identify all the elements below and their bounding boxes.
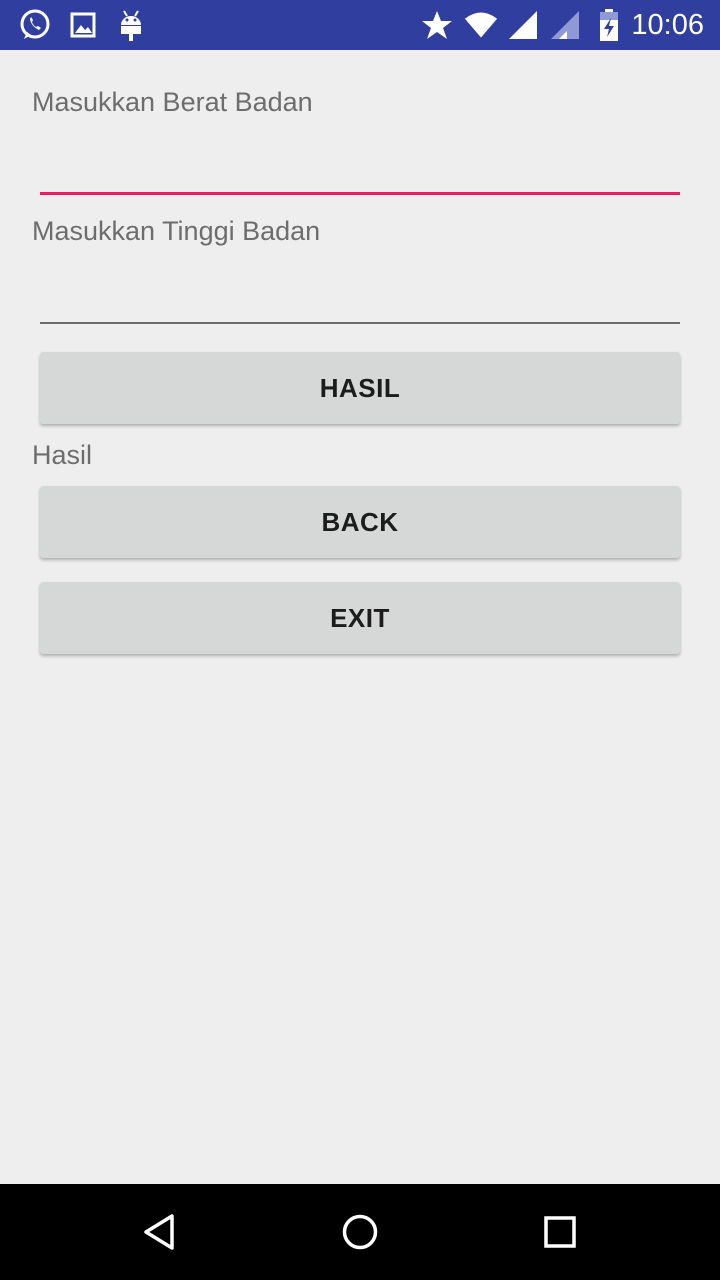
wifi-icon (464, 8, 498, 42)
height-input[interactable] (40, 275, 680, 321)
signal-icon (506, 8, 540, 42)
back-button[interactable]: BACK (40, 486, 680, 558)
home-icon[interactable] (336, 1208, 384, 1256)
image-icon (66, 8, 100, 42)
whatsapp-icon (18, 8, 52, 42)
exit-button[interactable]: EXIT (40, 582, 680, 654)
main-content: Masukkan Berat Badan Masukkan Tinggi Bad… (0, 50, 720, 1184)
status-bar: 10:06 (0, 0, 720, 50)
hasil-button[interactable]: HASIL (40, 352, 680, 424)
signal-weak-icon (548, 8, 582, 42)
weight-input-underline (40, 192, 680, 195)
star-icon (420, 8, 454, 42)
weight-input[interactable] (40, 146, 680, 192)
result-label: Hasil (32, 440, 93, 470)
back-icon[interactable] (136, 1208, 184, 1256)
height-input-underline (40, 322, 680, 324)
battery-charging-icon (592, 8, 626, 42)
recents-icon[interactable] (536, 1208, 584, 1256)
status-time: 10:06 (631, 9, 704, 41)
height-label: Masukkan Tinggi Badan (32, 216, 321, 246)
navigation-bar (0, 1184, 720, 1280)
weight-label: Masukkan Berat Badan (32, 87, 313, 117)
android-icon (114, 8, 148, 42)
